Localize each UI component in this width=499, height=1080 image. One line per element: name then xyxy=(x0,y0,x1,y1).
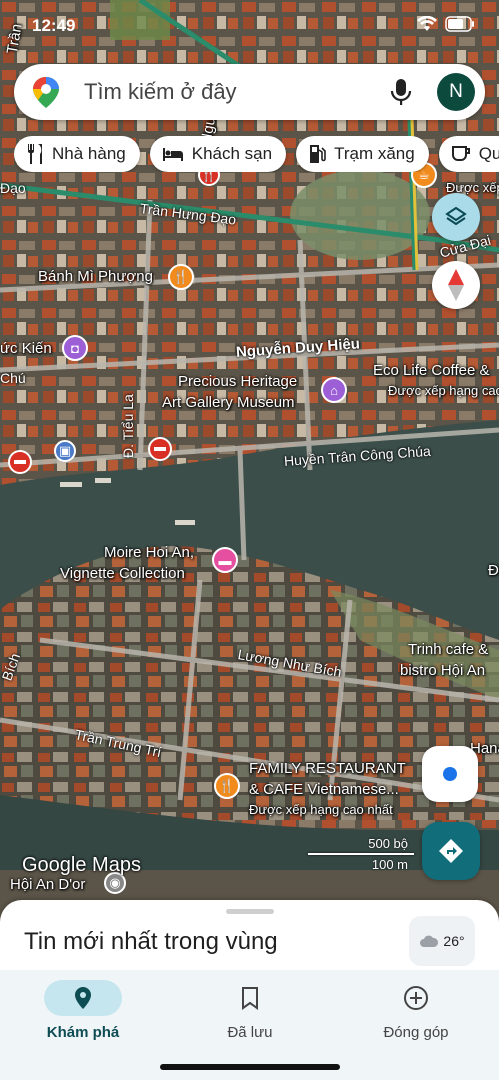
no-entry-icon xyxy=(148,437,172,461)
sheet-drag-handle[interactable] xyxy=(226,909,274,914)
restaurant-pin-icon[interactable]: 🍴 xyxy=(214,773,240,799)
layers-icon xyxy=(445,206,467,226)
place-family-restaurant[interactable]: FAMILY RESTAURANT xyxy=(249,760,406,778)
place-hoi-an-dor[interactable]: Hội An D'or xyxy=(10,876,85,894)
directions-button[interactable] xyxy=(422,822,480,880)
my-location-icon xyxy=(443,767,457,781)
coffee-icon xyxy=(451,146,470,161)
google-maps-logo-icon xyxy=(33,77,59,108)
nav-label: Đóng góp xyxy=(383,1024,449,1041)
nav-contribute-pill xyxy=(377,980,455,1016)
chip-label: Trạm xăng xyxy=(334,144,415,163)
cloud-icon xyxy=(420,935,439,947)
temperature: 26° xyxy=(443,933,465,949)
nav-contribute[interactable]: Đóng góp xyxy=(346,980,486,1041)
bus-stop-icon[interactable]: ▣ xyxy=(54,440,76,462)
bottom-sheet[interactable]: Tin mới nhất trong vùng 26° xyxy=(0,900,499,980)
home-indicator xyxy=(160,1064,340,1070)
microphone-icon[interactable] xyxy=(389,77,413,107)
place-precious-heritage-2[interactable]: Art Gallery Museum xyxy=(162,394,295,412)
place-family-rating: Được xếp hạng cao nhất xyxy=(249,802,393,817)
compass-button[interactable] xyxy=(432,261,480,309)
scale-meters: 100 m xyxy=(371,857,408,872)
place-trinh-cafe-2[interactable]: bistro Hội An xyxy=(400,662,485,680)
street-label: Đ. Tiểu La xyxy=(120,394,136,458)
my-location-button[interactable] xyxy=(422,746,478,802)
no-entry-icon xyxy=(8,450,32,474)
nav-label: Đã lưu xyxy=(227,1024,273,1041)
nav-label: Khám phá xyxy=(46,1024,120,1041)
scale-feet: 500 bộ xyxy=(368,836,408,851)
street-label: Chú xyxy=(0,370,26,386)
compass-icon xyxy=(448,269,464,301)
chip-label: Nhà hàng xyxy=(52,144,126,163)
category-chips: Nhà hàng Khách sạn Trạm xăng Qu xyxy=(14,136,499,172)
search-input[interactable]: Tìm kiếm ở đây xyxy=(84,79,389,105)
account-avatar[interactable]: N xyxy=(437,73,475,111)
chip-label: Khách sạn xyxy=(191,144,273,163)
chip-coffee[interactable]: Qu xyxy=(438,136,499,172)
place-banh-mi-phuong[interactable]: Bánh Mì Phượng xyxy=(38,268,153,286)
status-icons xyxy=(417,16,475,32)
battery-icon xyxy=(445,16,474,32)
directions-icon xyxy=(439,839,463,863)
place-moire-hoi-an-2[interactable]: Vignette Collection xyxy=(60,565,185,583)
place-eco-life[interactable]: Eco Life Coffee & xyxy=(373,362,489,380)
add-circle-icon xyxy=(404,986,428,1010)
place-precious-heritage[interactable]: Precious Heritage xyxy=(178,373,297,391)
layers-button[interactable] xyxy=(432,193,480,241)
place-family-restaurant-2[interactable]: & CAFE Vietnamese... xyxy=(249,781,399,799)
place-edge-label: Đ xyxy=(488,562,499,579)
status-time: 12:49 xyxy=(32,16,76,35)
place-eco-life-rating: Được xếp hạng cao xyxy=(388,383,499,398)
place-duc-kien[interactable]: ức Kiến xyxy=(0,340,52,358)
place-trinh-cafe[interactable]: Trinh cafe & xyxy=(408,641,488,659)
google-maps-wordmark: Google Maps xyxy=(22,854,141,876)
wifi-icon xyxy=(417,16,437,31)
map-scale: 500 bộ 100 m xyxy=(308,836,414,874)
search-bar[interactable]: Tìm kiếm ở đây N xyxy=(14,64,485,120)
hotel-icon xyxy=(162,148,183,161)
street-label: Đạo xyxy=(0,180,26,196)
gas-station-icon xyxy=(310,145,326,163)
weather-chip[interactable]: 26° xyxy=(409,916,475,966)
chip-label: Qu xyxy=(478,144,499,163)
status-bar: 12:49 xyxy=(32,14,475,36)
hotel-pin-icon[interactable]: ▬ xyxy=(212,547,238,573)
restaurant-icon xyxy=(28,144,42,164)
shop-pin-icon[interactable]: ◘ xyxy=(62,335,88,361)
nav-saved[interactable]: Đã lưu xyxy=(180,980,320,1041)
bookmark-icon xyxy=(242,987,258,1010)
scale-bar xyxy=(308,853,414,855)
chip-restaurants[interactable]: Nhà hàng xyxy=(14,136,140,172)
place-moire-hoi-an[interactable]: Moire Hoi An, xyxy=(104,544,194,562)
restaurant-pin-icon[interactable]: 🍴 xyxy=(168,264,194,290)
chip-hotels[interactable]: Khách sạn xyxy=(149,136,287,172)
explore-pin-icon xyxy=(75,987,91,1009)
nav-explore-pill xyxy=(44,980,122,1016)
nav-explore[interactable]: Khám phá xyxy=(13,980,153,1041)
chip-gas-stations[interactable]: Trạm xăng xyxy=(296,136,429,172)
museum-pin-icon[interactable]: ⌂ xyxy=(321,377,347,403)
nav-saved-pill xyxy=(211,980,289,1016)
sheet-title: Tin mới nhất trong vùng xyxy=(24,928,278,955)
